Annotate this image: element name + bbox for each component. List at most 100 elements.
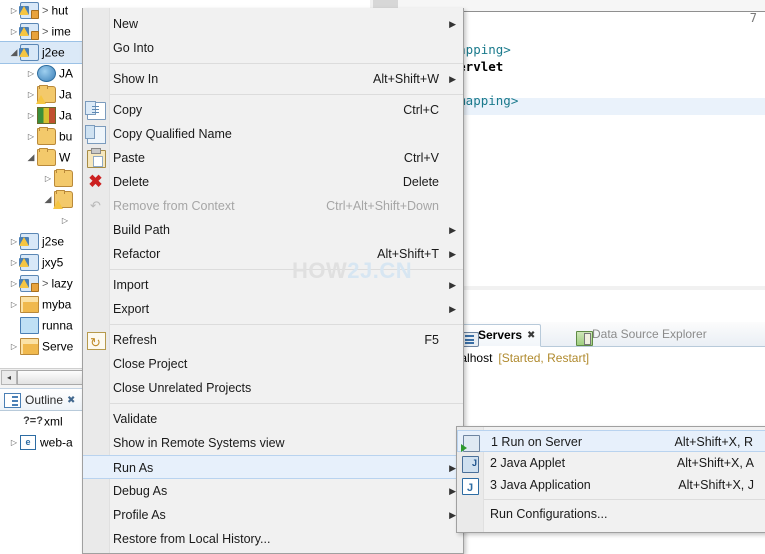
menu-item[interactable]: Run As ▶ [83,455,463,479]
menu-item[interactable]: New ▶ [83,12,463,36]
tree-item-label: runna [42,318,73,333]
collapse-arrow-icon[interactable] [42,168,54,189]
submenu-item-shortcut: Alt+Shift+X, J [678,478,754,492]
java-application-icon [462,477,479,499]
submenu-arrow-icon: ▶ [449,249,456,259]
menu-item-label: Refactor [113,247,161,261]
menu-separator [110,324,463,325]
menu-item[interactable]: Validate [83,407,463,431]
submenu-arrow-icon: ▶ [449,304,456,314]
collapse-arrow-icon[interactable] [25,105,37,126]
menu-item[interactable]: Refresh F5 [83,328,463,355]
submenu-item-shortcut: Alt+Shift+X, R [674,435,753,449]
outline-item-label: xml [44,414,63,429]
copy-qualified-name-icon [85,125,106,144]
close-icon[interactable]: ✖ [527,330,535,341]
menu-item-label: Restore from Local History... [113,532,271,546]
tree-item-label: j2se [42,234,65,249]
menu-item[interactable]: Paste Ctrl+V [83,146,463,170]
menu-item[interactable]: Export ▶ [83,297,463,321]
submenu-item[interactable]: Run Configurations... [457,503,765,525]
tree-item-label: Ja [59,87,72,102]
tree-item-label: hut [51,3,69,18]
menu-item[interactable]: Refactor Alt+Shift+T ▶ [83,242,463,266]
submenu-item[interactable]: 2 Java Applet Alt+Shift+X, A [457,452,765,474]
collapse-arrow-icon[interactable] [8,432,20,453]
menu-item-label: Copy [113,103,143,117]
tree-item-label: W [59,150,71,165]
folder-open-icon [20,296,39,314]
folder-icon [37,127,56,146]
submenu-separator [484,499,765,500]
collapse-arrow-icon[interactable] [25,63,37,84]
collapse-arrow-icon[interactable] [8,294,20,315]
submenu-item-shortcut: Alt+Shift+X, A [676,456,754,470]
menu-item-label: Paste [113,151,145,165]
menu-separator [110,94,463,95]
menu-item[interactable]: Debug As ▶ [83,479,463,503]
collapse-arrow-icon[interactable] [25,126,37,147]
menu-item-shortcut: Ctrl+C [403,103,439,117]
tab-data-source-explorer[interactable]: Data Source Explorer [571,324,707,347]
project-warning-icon [19,44,39,62]
menu-item-shortcut: Ctrl+V [403,151,439,165]
menu-item-shortcut: Delete [402,175,439,189]
submenu-arrow-icon: ▶ [449,486,456,496]
expand-arrow-icon[interactable] [25,147,37,168]
menu-item[interactable]: Import ▶ [83,273,463,297]
lock-badge-icon [31,31,39,41]
menu-item[interactable]: Copy Qualified Name [83,122,463,146]
remove-from-context-icon: ↶ [90,198,101,213]
outline-tab-label: Outline [25,393,64,407]
processing-instruction-icon: ?=? [23,415,43,428]
servers-icon [462,332,479,348]
jre-library-icon [37,65,56,83]
tab-outline[interactable]: Outline ✖ [4,391,75,409]
menu-item[interactable]: Show In Alt+Shift+W ▶ [83,67,463,91]
submenu-item[interactable]: 1 Run on Server Alt+Shift+X, R [457,430,765,452]
menu-item[interactable]: Close Unrelated Projects [83,376,463,400]
menu-item[interactable]: Copy Ctrl+C [83,98,463,122]
menu-item-shortcut: Alt+Shift+T [377,247,439,261]
menu-item-label: Show in Remote Systems view [113,436,285,450]
menu-item[interactable]: Profile As ▶ [83,503,463,527]
tree-item-label: Ja [59,108,72,123]
submenu-item[interactable]: 3 Java Application Alt+Shift+X, J [457,474,765,499]
menu-item[interactable]: Close Project [83,352,463,376]
menu-item-label: Close Project [113,357,188,371]
close-icon[interactable]: ✖ [67,395,75,406]
menu-item-label: Copy Qualified Name [113,127,232,141]
java-applet-icon [462,452,479,474]
menu-item[interactable]: Show in Remote Systems view [83,431,463,455]
tab-servers[interactable]: Servers ✖ [451,324,542,348]
collapse-arrow-icon[interactable] [8,336,20,357]
menu-item[interactable]: Restore from Local History... [83,527,463,551]
submenu-items[interactable]: 1 Run on Server Alt+Shift+X, R 2 Java Appl… [457,427,765,525]
context-menu[interactable]: New ▶ Go Into Show In Alt+Shift+W ▶ Copy Ctrl+C… [82,8,464,554]
menu-item[interactable]: Go Into [83,36,463,60]
menu-item-label: Import [113,278,149,292]
submenu-arrow-icon: ▶ [449,510,456,520]
menu-item-label: Remove from Context [113,199,235,213]
scroll-left-arrow-icon[interactable]: ◂ [1,370,17,385]
project-warning-lock-icon [19,275,39,293]
menu-item[interactable]: ✖ Delete Delete [83,170,463,194]
tree-item-label: myba [42,297,72,312]
project-warning-icon [19,233,39,251]
menu-item-label: Refresh [113,333,157,347]
menu-item-label: Profile As [113,508,166,522]
lock-badge-icon [31,283,39,293]
menu-item[interactable]: Build Path ▶ [83,218,463,242]
project-warning-icon [19,254,39,272]
folder-icon [37,148,56,167]
tab-servers-label: Servers [478,328,523,342]
tree-item-label: j2ee [42,45,65,60]
collapse-arrow-icon[interactable] [59,210,71,231]
submenu-arrow-icon: ▶ [449,463,456,473]
menu-item-label: Run As [113,461,154,475]
context-menu-items[interactable]: New ▶ Go Into Show In Alt+Shift+W ▶ Copy Ctrl+C… [83,8,463,553]
copy-icon [85,101,106,120]
tree-item-label: jxy5 [42,255,64,270]
menu-separator [110,403,463,404]
run-as-submenu[interactable]: 1 Run on Server Alt+Shift+X, R 2 Java Appl… [456,426,765,533]
